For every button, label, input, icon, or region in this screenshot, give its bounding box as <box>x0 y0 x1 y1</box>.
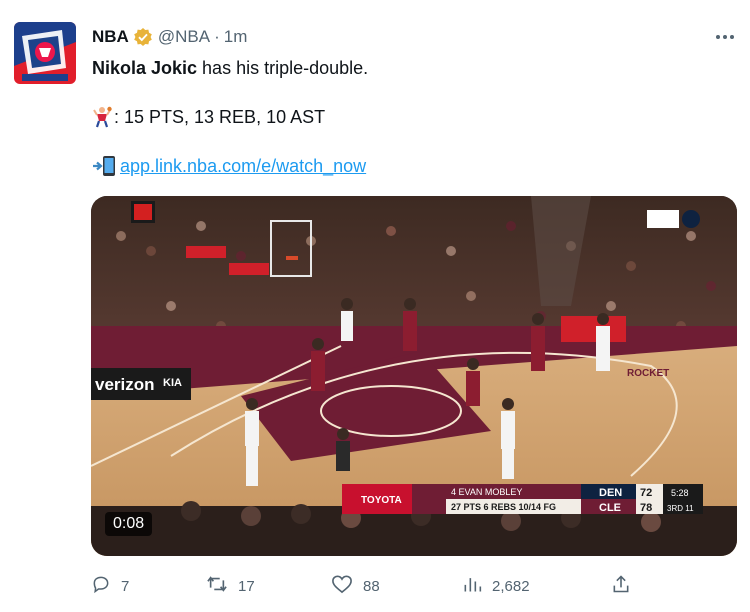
tweet-card: NBA @NBA · 1m Nikola Jokic has his tripl… <box>0 0 750 612</box>
heart-icon <box>331 574 363 598</box>
avatar[interactable] <box>14 22 76 84</box>
link-line: app.link.nba.com/e/watch_now <box>92 155 366 177</box>
kia-ad: KIA <box>163 377 182 389</box>
tweet-time[interactable]: 1m <box>224 27 248 47</box>
scorebug: TOYOTA 4 EVAN MOBLEY 27 PTS 6 REBS 10/14… <box>342 484 703 514</box>
scorebug-score1: 72 <box>640 487 652 499</box>
author-name[interactable]: NBA <box>92 27 129 47</box>
view-count: 2,682 <box>492 577 530 595</box>
stats-text: : 15 PTS, 13 REB, 10 AST <box>114 106 326 127</box>
retweet-button[interactable]: 17 <box>206 574 255 598</box>
scorebug-player: 4 EVAN MOBLEY <box>451 487 522 497</box>
like-button[interactable]: 88 <box>331 574 380 598</box>
separator-dot: · <box>214 27 220 46</box>
scorebug-player-stats: 27 PTS 6 REBS 10/14 FG <box>451 502 556 512</box>
mobile-phone-icon <box>92 155 118 177</box>
tweet-text: Nikola Jokic has his triple-double. <box>92 58 368 79</box>
author-handle[interactable]: @NBA <box>158 27 210 47</box>
scorebug-clock: 5:28 <box>671 488 689 498</box>
stats-line: : 15 PTS, 13 REB, 10 AST <box>92 106 325 128</box>
scorebug-sponsor: TOYOTA <box>361 495 402 506</box>
views-button[interactable]: 2,682 <box>462 574 530 598</box>
reply-button[interactable]: 7 <box>91 574 129 598</box>
rocket-ad: ROCKET <box>627 368 669 379</box>
like-count: 88 <box>363 577 380 595</box>
more-icon[interactable] <box>714 24 736 47</box>
scorebug-team1: DEN <box>599 487 622 499</box>
video-player[interactable]: verizon KIA ROCKET TOYOTA 4 EVAN MOBLEY … <box>91 196 737 556</box>
retweet-count: 17 <box>238 577 255 595</box>
scorebug-period: 3RD 11 <box>667 504 694 513</box>
share-button[interactable] <box>611 574 641 598</box>
scorebug-team2: CLE <box>599 502 621 514</box>
watch-now-link[interactable]: app.link.nba.com/e/watch_now <box>120 156 366 177</box>
tweet-header: NBA @NBA · 1m <box>92 27 247 47</box>
bar-chart-icon <box>462 574 492 598</box>
tweet-text-rest: has his triple-double. <box>197 58 369 78</box>
scorebug-score2: 78 <box>640 502 652 514</box>
retweet-icon <box>206 574 238 598</box>
reply-icon <box>91 574 121 598</box>
verizon-ad: verizon <box>95 375 155 394</box>
share-icon <box>611 574 641 598</box>
tweet-text-bold: Nikola Jokic <box>92 58 198 78</box>
reply-count: 7 <box>121 577 130 595</box>
verified-badge-icon <box>133 27 153 47</box>
basketball-player-icon <box>92 106 112 128</box>
video-frame: verizon KIA ROCKET TOYOTA 4 EVAN MOBLEY … <box>91 196 737 556</box>
video-timer: 0:08 <box>105 512 153 536</box>
action-bar: 7 17 88 2,682 <box>0 574 750 600</box>
